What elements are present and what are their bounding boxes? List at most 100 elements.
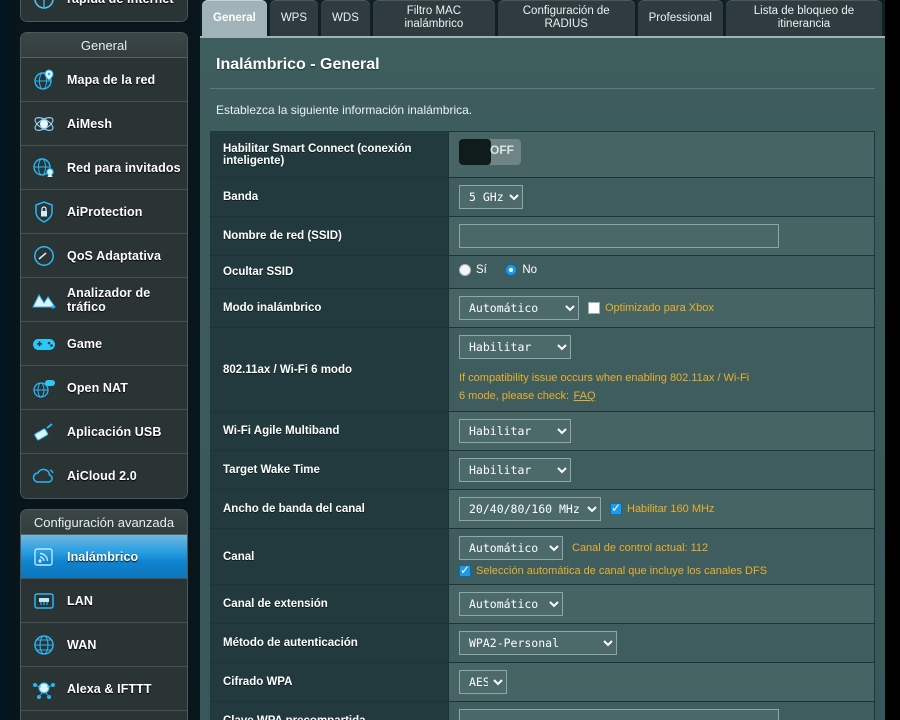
target-wake-time-select[interactable]: Habilitar [459, 458, 571, 482]
row-hide-ssid: Ocultar SSID Sí No [210, 255, 875, 289]
wpa-key-input[interactable] [459, 709, 779, 720]
value-channel: Automático Canal de control actual: 112 … [448, 528, 875, 585]
agile-multiband-select[interactable]: Habilitar [459, 419, 571, 443]
tab-professional[interactable]: Professional [637, 0, 723, 36]
sidebar-item-mapa-de-la-red[interactable]: Mapa de la red [21, 58, 187, 102]
ax-mode-hint-line2: 6 mode, please check: [459, 390, 570, 402]
sidebar-item-quick-internet-setup[interactable]: rápida de Internet [21, 0, 187, 21]
sidebar-item-wan[interactable]: WAN [21, 623, 187, 667]
row-band: Banda 5 GHz [210, 177, 875, 217]
label-agile-multiband: Wi-Fi Agile Multiband [210, 411, 449, 451]
sidebar-item-open-nat[interactable]: Open NAT [21, 366, 187, 410]
row-channel: Canal Automático Canal de control actual… [210, 528, 875, 585]
sidebar-item-label: Alexa & IFTTT [67, 681, 152, 696]
row-ax-mode: 802.11ax / Wi-Fi 6 modo Habilitar If com… [210, 327, 875, 412]
row-wpa-key: Clave WPA precompartida [210, 701, 875, 720]
gamepad-icon [29, 329, 59, 359]
lan-port-icon [29, 586, 59, 616]
enable-160mhz-checkbox-wrap[interactable]: Habilitar 160 MHz [610, 501, 714, 515]
radio-no-label: No [522, 264, 538, 276]
label-extension-channel: Canal de extensión [210, 584, 449, 624]
value-smart-connect: OFF [448, 131, 875, 178]
tab-lista-de-bloqueo-de-itinerancia[interactable]: Lista de bloqueo de itinerancia [725, 0, 882, 36]
label-bandwidth: Ancho de banda del canal [210, 489, 449, 529]
dfs-auto-select-label: Selección automática de canal que incluy… [476, 565, 768, 577]
hide-ssid-option-no[interactable]: No [505, 264, 537, 276]
sidebar-item-label: Analizador de tráfico [67, 285, 151, 314]
auth-method-select[interactable]: WPA2-Personal [459, 631, 617, 655]
label-hide-ssid: Ocultar SSID [210, 255, 449, 289]
row-wireless-mode: Modo inalámbrico Automático Optimizado p… [210, 288, 875, 328]
aimesh-icon [29, 109, 59, 139]
tab-wps[interactable]: WPS [269, 0, 319, 36]
faq-link[interactable]: FAQ [574, 390, 596, 402]
label-wpa-key: Clave WPA precompartida [210, 701, 449, 720]
label-auth-method: Método de autenticación [210, 623, 449, 663]
row-agile-multiband: Wi-Fi Agile Multiband Habilitar [210, 411, 875, 451]
row-extension-channel: Canal de extensión Automático [210, 584, 875, 624]
sidebar-item-label: Aplicación USB [67, 424, 162, 439]
hide-ssid-option-si[interactable]: Sí [459, 264, 487, 276]
dfs-auto-select-checkbox[interactable] [459, 563, 471, 577]
sidebar-item-alexa-ifttt[interactable]: Alexa & IFTTT [21, 667, 187, 711]
sidebar-item-aiprotection[interactable]: AiProtection [21, 190, 187, 234]
xbox-optimized-checkbox-wrap[interactable]: Optimizado para Xbox [588, 302, 714, 314]
wpa-encryption-select[interactable]: AES [459, 670, 507, 694]
channel-select[interactable]: Automático [459, 536, 563, 560]
sidebar-item-label: Game [67, 336, 103, 351]
sidebar-item-label: QoS Adaptativa [67, 248, 162, 263]
sidebar-item-aplicacion-usb[interactable]: Aplicación USB [21, 410, 187, 454]
sidebar: rápida de Internet General Mapa de la re… [0, 0, 200, 720]
sidebar-item-red-para-invitados[interactable]: Red para invitados [21, 146, 187, 190]
sidebar-item-lan[interactable]: LAN [21, 579, 187, 623]
sidebar-item-game[interactable]: Game [21, 322, 187, 366]
value-band: 5 GHz [448, 177, 875, 217]
sidebar-item-qos-adaptativa[interactable]: QoS Adaptativa [21, 234, 187, 278]
usb-application-icon [29, 417, 59, 447]
sidebar-item-label: Red para invitados [67, 160, 181, 175]
sidebar-item-aimesh[interactable]: AiMesh [21, 102, 187, 146]
dfs-checkbox-wrap[interactable]: Selección automática de canal que incluy… [459, 563, 866, 577]
sidebar-item-ipv6[interactable]: IPV6 IPv6 [21, 711, 187, 720]
sidebar-item-label: AiProtection [67, 204, 143, 219]
sidebar-item-label: Inalámbrico [67, 549, 139, 564]
sidebar-group-advanced: Configuración avanzada Inalámbrico LAN W… [20, 509, 188, 720]
page-description: Establezca la siguiente información inal… [216, 103, 473, 117]
tab-general[interactable]: General [202, 0, 267, 36]
xbox-optimized-checkbox[interactable] [588, 302, 600, 314]
traffic-analyzer-icon [29, 285, 59, 315]
smart-connect-toggle[interactable]: OFF [459, 139, 521, 165]
extension-channel-select[interactable]: Automático [459, 592, 563, 616]
sidebar-item-aicloud[interactable]: AiCloud 2.0 [21, 454, 187, 498]
right-gutter [885, 0, 900, 720]
sidebar-item-label: rápida de Internet [67, 0, 174, 6]
sidebar-item-label: Mapa de la red [67, 72, 156, 87]
tab-filtro-mac-inalambrico[interactable]: Filtro MAC inalámbrico [372, 0, 495, 36]
sidebar-item-label: LAN [67, 593, 93, 608]
band-select[interactable]: 5 GHz [459, 185, 523, 209]
label-band: Banda [210, 177, 449, 217]
value-wireless-mode: Automático Optimizado para Xbox [448, 288, 875, 328]
sidebar-item-analizador-de-trafico[interactable]: Analizador de tráfico [21, 278, 187, 322]
enable-160mhz-checkbox[interactable] [610, 501, 622, 515]
bandwidth-select[interactable]: 20/40/80/160 MHz [459, 497, 601, 521]
settings-panel: Inalámbrico - General Establezca la sigu… [200, 36, 885, 720]
sidebar-group-title-advanced: Configuración avanzada [21, 510, 187, 535]
wireless-mode-select[interactable]: Automático [459, 296, 579, 320]
ssid-input[interactable] [459, 224, 779, 248]
sidebar-item-inalambrico[interactable]: Inalámbrico [21, 535, 187, 579]
tab-configuracion-de-radius[interactable]: Configuración de RADIUS [497, 0, 635, 36]
sidebar-group-title-general: General [21, 33, 187, 58]
xbox-optimized-label: Optimizado para Xbox [605, 302, 714, 314]
globe-icon [29, 630, 59, 660]
ax-mode-hint-line1: If compatibility issue occurs when enabl… [459, 372, 750, 384]
tab-wds[interactable]: WDS [321, 0, 370, 36]
label-ssid: Nombre de red (SSID) [210, 216, 449, 256]
radio-si[interactable] [459, 264, 471, 276]
radio-si-label: Sí [476, 264, 487, 276]
sidebar-item-label: Open NAT [67, 380, 128, 395]
speedometer-icon [29, 241, 59, 271]
radio-no[interactable] [505, 264, 518, 276]
value-wpa-key [448, 701, 875, 720]
ax-mode-select[interactable]: Habilitar [459, 335, 571, 359]
